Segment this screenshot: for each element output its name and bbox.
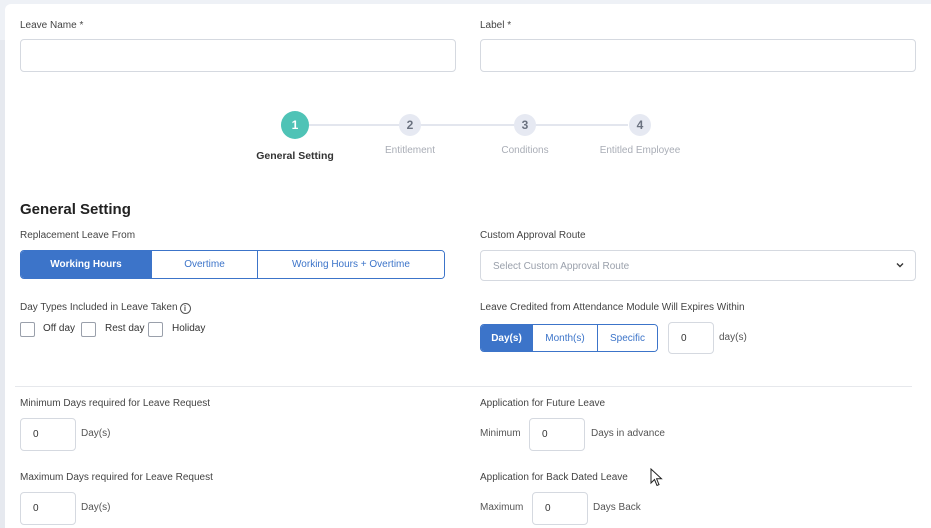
day-types-label-text: Day Types Included in Leave Taken xyxy=(20,302,178,313)
credited-segmented: Day(s) Month(s) Specific xyxy=(480,324,658,352)
credited-label: Leave Credited from Attendance Module Wi… xyxy=(480,302,745,313)
min-days-label: Minimum Days required for Leave Request xyxy=(20,398,211,409)
step-2-label[interactable]: Entitlement xyxy=(355,145,465,156)
replacement-overtime[interactable]: Overtime xyxy=(152,251,258,278)
holiday-checkbox[interactable] xyxy=(148,322,163,337)
approval-select[interactable]: Select Custom Approval Route xyxy=(480,250,916,281)
day-types-label: Day Types Included in Leave Taken i xyxy=(20,302,191,314)
replacement-working-hours-overtime[interactable]: Working Hours + Overtime xyxy=(258,251,444,278)
step-3-label[interactable]: Conditions xyxy=(470,145,580,156)
back-dated-input[interactable]: 0 xyxy=(532,492,588,525)
credited-unit: day(s) xyxy=(719,332,747,343)
future-leave-input[interactable]: 0 xyxy=(529,418,585,451)
credited-months[interactable]: Month(s) xyxy=(533,325,598,351)
min-days-unit: Day(s) xyxy=(81,428,111,439)
info-icon[interactable]: i xyxy=(179,303,191,314)
future-leave-label: Application for Future Leave xyxy=(480,398,606,409)
min-days-input[interactable]: 0 xyxy=(20,418,76,451)
approval-label: Custom Approval Route xyxy=(480,230,586,241)
label-label: Label * xyxy=(480,20,512,31)
max-days-input[interactable]: 0 xyxy=(20,492,76,525)
step-4-label[interactable]: Entitled Employee xyxy=(585,145,695,156)
credited-specific[interactable]: Specific xyxy=(598,325,657,351)
step-1-circle[interactable]: 1 xyxy=(281,111,309,139)
step-3-circle[interactable]: 3 xyxy=(514,114,536,136)
leave-name-input[interactable] xyxy=(20,39,456,72)
divider xyxy=(15,386,912,387)
back-dated-suffix: Days Back xyxy=(593,502,641,513)
future-leave-prefix: Minimum xyxy=(480,428,521,439)
replacement-working-hours[interactable]: Working Hours xyxy=(21,251,152,278)
holiday-label: Holiday xyxy=(172,323,206,334)
step-4-circle[interactable]: 4 xyxy=(629,114,651,136)
mouse-cursor-icon xyxy=(650,468,663,487)
max-days-unit: Day(s) xyxy=(81,502,111,513)
leave-name-label: Leave Name * xyxy=(20,20,84,31)
section-title: General Setting xyxy=(20,201,131,218)
replacement-label: Replacement Leave From xyxy=(20,230,136,241)
off-day-checkbox[interactable] xyxy=(20,322,35,337)
back-dated-prefix: Maximum xyxy=(480,502,524,513)
credited-days[interactable]: Day(s) xyxy=(481,325,533,351)
label-input[interactable] xyxy=(480,39,916,72)
credited-value-input[interactable]: 0 xyxy=(668,322,714,354)
step-1-label[interactable]: General Setting xyxy=(240,150,350,162)
back-dated-label: Application for Back Dated Leave xyxy=(480,472,628,483)
approval-placeholder: Select Custom Approval Route xyxy=(493,261,630,272)
chevron-down-icon xyxy=(896,263,904,268)
max-days-label: Maximum Days required for Leave Request xyxy=(20,472,213,483)
stepper-track xyxy=(308,124,628,126)
future-leave-suffix: Days in advance xyxy=(591,428,665,439)
step-2-circle[interactable]: 2 xyxy=(399,114,421,136)
off-day-label: Off day xyxy=(43,323,76,334)
replacement-segmented: Working Hours Overtime Working Hours + O… xyxy=(20,250,445,279)
rest-day-checkbox[interactable] xyxy=(81,322,96,337)
rest-day-label: Rest day xyxy=(105,323,145,334)
